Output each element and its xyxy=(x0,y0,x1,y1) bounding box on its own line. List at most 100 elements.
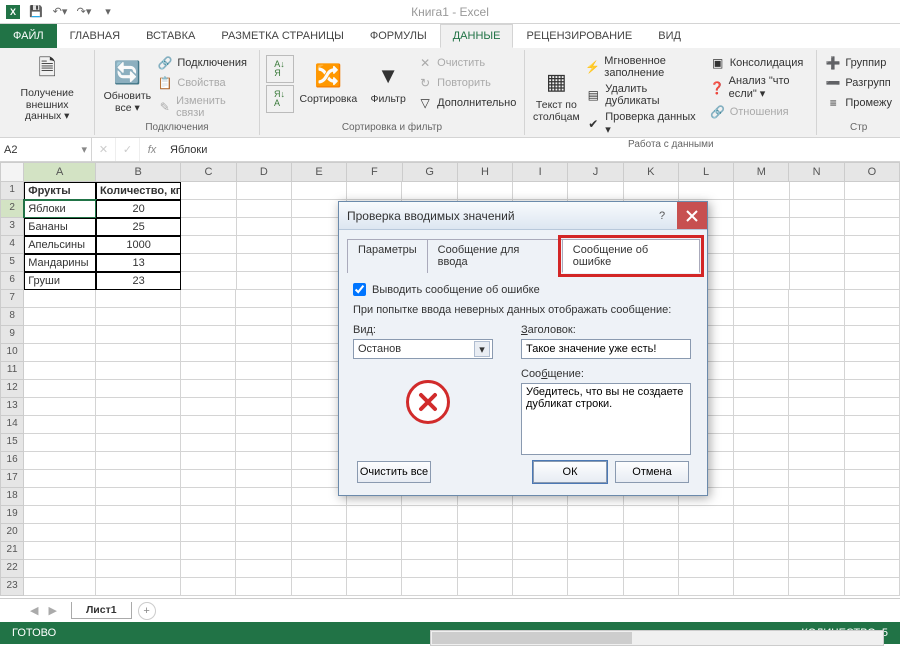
cell[interactable] xyxy=(845,398,900,416)
cell[interactable] xyxy=(24,542,96,560)
cell[interactable] xyxy=(789,470,844,488)
cell[interactable]: 23 xyxy=(96,272,181,290)
cell[interactable]: 1000 xyxy=(96,236,181,254)
cell[interactable] xyxy=(181,452,236,470)
cell[interactable] xyxy=(292,182,347,200)
cell[interactable] xyxy=(845,416,900,434)
cell[interactable] xyxy=(734,506,789,524)
cell[interactable] xyxy=(568,560,623,578)
cell[interactable] xyxy=(96,524,181,542)
cell[interactable] xyxy=(789,326,844,344)
col-header-H[interactable]: H xyxy=(458,162,513,182)
cell[interactable] xyxy=(181,200,236,218)
show-error-checkbox[interactable] xyxy=(353,283,366,296)
cell[interactable]: Фрукты xyxy=(24,182,96,200)
cell[interactable] xyxy=(734,542,789,560)
row-header[interactable]: 17 xyxy=(0,470,24,488)
cell[interactable] xyxy=(181,560,236,578)
cell[interactable] xyxy=(181,488,236,506)
cell[interactable] xyxy=(24,560,96,578)
cell[interactable] xyxy=(789,506,844,524)
cell[interactable] xyxy=(402,182,457,200)
row-header[interactable]: 1 xyxy=(0,182,24,200)
properties-button[interactable]: 📋Свойства xyxy=(155,74,252,92)
group-button[interactable]: ➕Группир xyxy=(823,54,894,72)
col-header-E[interactable]: E xyxy=(292,162,347,182)
row-header[interactable]: 19 xyxy=(0,506,24,524)
tab-review[interactable]: РЕЦЕНЗИРОВАНИЕ xyxy=(513,24,645,48)
cell[interactable] xyxy=(790,182,845,200)
cell[interactable] xyxy=(734,218,789,236)
cell[interactable] xyxy=(458,560,513,578)
chevron-down-icon[interactable]: ▾ xyxy=(81,143,87,156)
col-header-D[interactable]: D xyxy=(237,162,292,182)
scrollbar-thumb[interactable] xyxy=(432,632,632,644)
cell[interactable] xyxy=(734,524,789,542)
sort-asc-button[interactable]: А↓Я xyxy=(266,55,294,83)
cell[interactable] xyxy=(96,560,181,578)
redo-icon[interactable]: ↷▾ xyxy=(76,4,92,20)
cell[interactable] xyxy=(679,578,734,596)
cell[interactable] xyxy=(568,542,623,560)
cell[interactable] xyxy=(24,416,96,434)
cell[interactable] xyxy=(236,362,291,380)
cell[interactable] xyxy=(790,236,845,254)
remove-duplicates-button[interactable]: ▤Удалить дубликаты xyxy=(583,82,705,108)
cell[interactable] xyxy=(96,488,181,506)
cell[interactable] xyxy=(236,506,291,524)
cell[interactable] xyxy=(734,470,789,488)
row-header[interactable]: 22 xyxy=(0,560,24,578)
cell[interactable] xyxy=(181,470,236,488)
cell[interactable] xyxy=(236,398,291,416)
cell[interactable] xyxy=(181,326,236,344)
cell[interactable] xyxy=(181,434,236,452)
cell[interactable] xyxy=(789,560,844,578)
cell[interactable] xyxy=(236,290,291,308)
cell[interactable] xyxy=(845,272,900,290)
cell[interactable] xyxy=(513,524,568,542)
edit-links-button[interactable]: ✎Изменить связи xyxy=(155,94,252,120)
cell[interactable] xyxy=(236,542,291,560)
refresh-all-button[interactable]: 🔄 Обновить все ▾ xyxy=(101,52,153,120)
row-header[interactable]: 3 xyxy=(0,218,24,236)
cell[interactable] xyxy=(24,434,96,452)
cell[interactable] xyxy=(236,452,291,470)
cell[interactable] xyxy=(845,182,900,200)
col-header-A[interactable]: A xyxy=(24,162,96,182)
col-header-C[interactable]: C xyxy=(181,162,236,182)
row-header[interactable]: 15 xyxy=(0,434,24,452)
cell[interactable] xyxy=(24,470,96,488)
cell[interactable] xyxy=(513,182,568,200)
cell[interactable] xyxy=(96,578,181,596)
cell[interactable] xyxy=(845,506,900,524)
text-to-columns-button[interactable]: ▦ Текст по столбцам xyxy=(531,52,581,137)
cell[interactable] xyxy=(568,578,623,596)
cell[interactable]: Апельсины xyxy=(24,236,96,254)
cell[interactable] xyxy=(513,542,568,560)
row-header[interactable]: 2 xyxy=(0,200,24,218)
cell[interactable] xyxy=(789,290,844,308)
cell[interactable] xyxy=(181,380,236,398)
cell[interactable] xyxy=(458,578,513,596)
name-box[interactable]: A2▾ xyxy=(0,138,92,161)
tab-formulas[interactable]: ФОРМУЛЫ xyxy=(357,24,440,48)
cell[interactable]: Яблоки xyxy=(24,200,96,218)
cell[interactable] xyxy=(237,272,292,290)
col-header-G[interactable]: G xyxy=(403,162,458,182)
cell[interactable] xyxy=(96,380,181,398)
cell[interactable] xyxy=(679,524,734,542)
cell[interactable] xyxy=(236,416,291,434)
cell[interactable] xyxy=(237,254,292,272)
cell[interactable] xyxy=(96,326,181,344)
clear-all-button[interactable]: Очистить все xyxy=(357,461,431,483)
cell[interactable] xyxy=(96,308,181,326)
cell[interactable] xyxy=(96,434,181,452)
cell[interactable] xyxy=(845,254,900,272)
cell[interactable] xyxy=(402,524,457,542)
cell[interactable]: Количество, кг xyxy=(96,182,181,200)
cell[interactable]: Бананы xyxy=(24,218,96,236)
cell[interactable] xyxy=(679,560,734,578)
get-external-data-button[interactable]: 🗎 Получение внешних данных ▾ xyxy=(6,52,88,125)
cell[interactable] xyxy=(96,398,181,416)
cell[interactable] xyxy=(236,470,291,488)
